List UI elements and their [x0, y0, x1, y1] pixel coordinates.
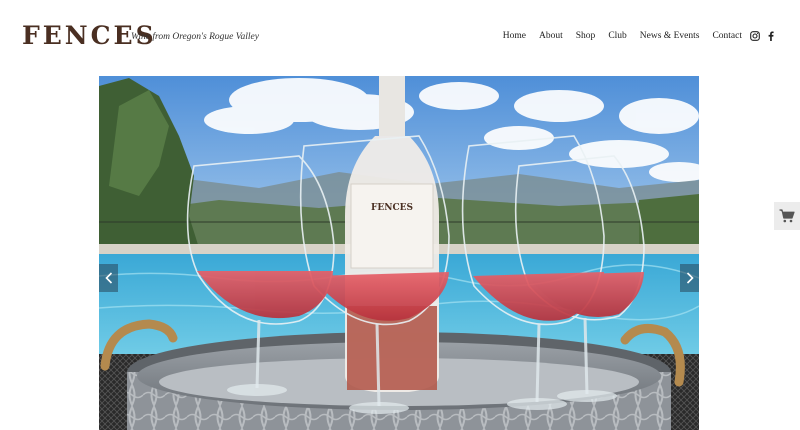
shopping-cart-icon — [779, 209, 795, 223]
nav-shop[interactable]: Shop — [576, 31, 596, 41]
facebook-icon[interactable] — [766, 31, 776, 41]
main-nav: Home About Shop Club News & Events Conta… — [503, 31, 742, 41]
nav-news-events[interactable]: News & Events — [640, 31, 700, 41]
hero-image: FENCES — [99, 76, 699, 430]
slideshow-prev-button[interactable] — [99, 264, 118, 292]
nav-about[interactable]: About — [539, 31, 563, 41]
social-links — [750, 31, 776, 41]
site-tagline: Wine from Oregon's Rogue Valley — [131, 32, 259, 42]
bottle-label: FENCES — [371, 203, 413, 213]
hero-slideshow[interactable]: FENCES — [99, 76, 699, 430]
chevron-right-icon — [686, 272, 694, 284]
nav-club[interactable]: Club — [608, 31, 626, 41]
site-header: FENCES Wine from Oregon's Rogue Valley H… — [0, 0, 800, 76]
instagram-icon[interactable] — [750, 31, 760, 41]
nav-contact[interactable]: Contact — [712, 31, 742, 41]
nav-home[interactable]: Home — [503, 31, 526, 41]
cart-button[interactable] — [774, 202, 800, 230]
chevron-left-icon — [104, 272, 112, 284]
slideshow-next-button[interactable] — [680, 264, 699, 292]
